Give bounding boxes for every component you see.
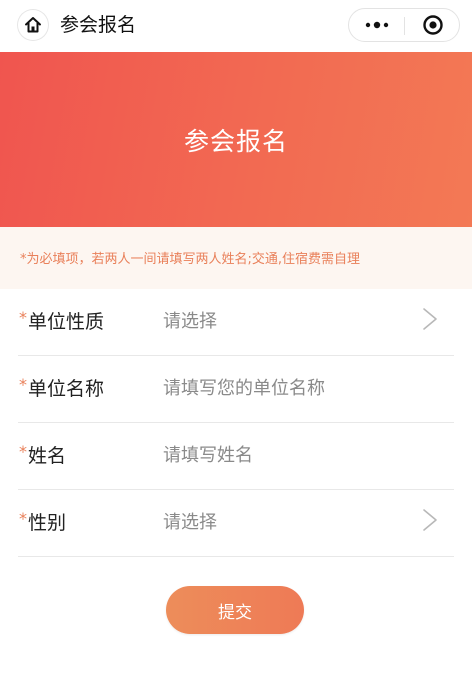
required-mark: * [19, 308, 27, 327]
registration-form: * 单位性质 请选择 * 单位名称 请填写您的单位名称 * 姓名 请填写姓名 *… [0, 289, 472, 557]
field-label: 姓名 [28, 445, 67, 467]
submit-button[interactable]: 提交 [166, 586, 304, 634]
chevron-right-icon [423, 308, 437, 330]
header-banner: 参会报名 [0, 52, 472, 227]
gender-select[interactable]: 请选择 [163, 508, 217, 534]
chevron-right-icon [423, 509, 437, 531]
notice-text: *为必填项，若两人一间请填写两人姓名;交通,住宿费需自理 [20, 252, 361, 267]
field-label: 单位性质 [28, 311, 105, 333]
notice-bar: *为必填项，若两人一间请填写两人姓名;交通,住宿费需自理 [0, 227, 472, 289]
nav-bar: 参会报名 [0, 0, 472, 50]
field-name[interactable]: * 姓名 请填写姓名 [18, 423, 454, 490]
field-label: 单位名称 [28, 378, 105, 400]
field-unit-type[interactable]: * 单位性质 请选择 [18, 289, 454, 356]
target-close-icon [422, 15, 443, 35]
home-button[interactable] [18, 10, 48, 40]
more-button[interactable] [349, 9, 404, 41]
page-title: 参会报名 [60, 14, 137, 36]
field-label: 性别 [28, 512, 67, 534]
field-unit-name[interactable]: * 单位名称 请填写您的单位名称 [18, 356, 454, 423]
banner-title: 参会报名 [183, 126, 288, 156]
close-button[interactable] [405, 9, 460, 41]
home-icon [25, 17, 41, 33]
more-dots-icon [365, 21, 388, 29]
required-mark: * [19, 442, 27, 461]
required-mark: * [19, 375, 27, 394]
mini-program-capsule [348, 8, 460, 42]
required-mark: * [19, 509, 27, 528]
unit-type-select[interactable]: 请选择 [163, 307, 217, 333]
unit-name-input[interactable]: 请填写您的单位名称 [163, 374, 325, 400]
name-input[interactable]: 请填写姓名 [163, 441, 253, 467]
field-gender[interactable]: * 性别 请选择 [18, 490, 454, 557]
